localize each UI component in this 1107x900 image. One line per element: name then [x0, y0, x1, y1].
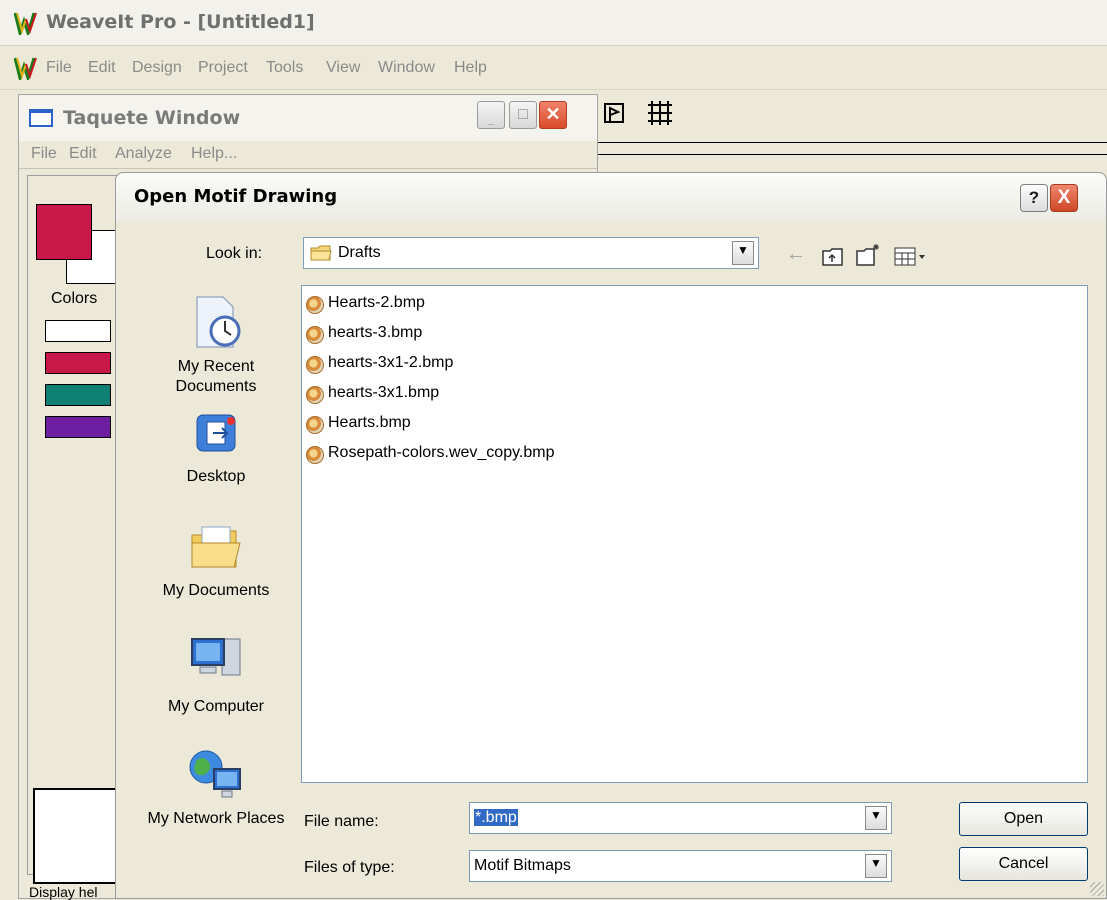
menu-window[interactable]: Window [378, 59, 435, 77]
close-button[interactable]: ✕ [539, 101, 567, 129]
files-of-type-label: Files of type: [304, 859, 395, 876]
minimize-button[interactable]: _ [477, 101, 505, 129]
bitmap-file-icon [306, 416, 324, 434]
new-folder-icon[interactable] [856, 243, 882, 267]
dialog-close-button[interactable]: X [1050, 184, 1078, 212]
desktop-icon [196, 414, 236, 452]
folder-icon [310, 245, 332, 261]
toolbar-divider [597, 154, 1107, 155]
my-computer-icon [191, 638, 241, 676]
file-name: Rosepath-colors.wev_copy.bmp [328, 444, 555, 461]
close-icon: X [1057, 187, 1071, 208]
taquete-menu-analyze[interactable]: Analyze [115, 145, 172, 163]
place-label: Desktop [186, 468, 246, 485]
place-label: My Recent Documents [175, 358, 257, 395]
resize-grip[interactable] [1090, 882, 1104, 896]
dialog-title: Open Motif Drawing [134, 186, 338, 207]
file-name: hearts-3x1.bmp [328, 384, 440, 401]
place-network[interactable]: My Network Places [136, 749, 296, 859]
bitmap-file-icon [306, 326, 324, 344]
window-icon [29, 109, 53, 127]
file-name-dropdown-button[interactable]: ▼ [865, 806, 887, 830]
bitmap-file-icon [306, 296, 324, 314]
file-name: hearts-3.bmp [328, 324, 423, 341]
chevron-down-icon: ▼ [870, 808, 882, 822]
file-name: Hearts.bmp [328, 414, 411, 431]
maximize-icon: □ [518, 106, 528, 123]
menu-file[interactable]: File [46, 59, 72, 77]
back-arrow-icon[interactable]: ← [786, 243, 806, 266]
network-places-icon [189, 750, 241, 798]
place-label: My Computer [167, 698, 265, 715]
file-list[interactable]: Hearts-2.bmp hearts-3.bmp hearts-3x1-2.b… [301, 285, 1088, 783]
color-swatch-crimson[interactable] [45, 352, 111, 374]
taquete-title: Taquete Window [63, 107, 241, 129]
chevron-down-icon: ▼ [737, 243, 749, 257]
minimize-icon: _ [487, 112, 495, 126]
chevron-down-icon: ▼ [870, 856, 882, 870]
weaveit-logo-icon [14, 12, 37, 35]
taquete-menubar: File Edit Analyze Help... [19, 141, 597, 169]
close-icon: ✕ [545, 104, 561, 124]
app-menubar: File Edit Design Project Tools View Wind… [0, 46, 1107, 90]
menu-design[interactable]: Design [132, 59, 182, 77]
place-my-documents[interactable]: My Documents [136, 523, 296, 603]
cancel-button[interactable]: Cancel [959, 847, 1088, 881]
look-in-value: Drafts [338, 244, 381, 261]
toolbar-divider [597, 142, 1107, 143]
flag-tool-icon[interactable] [603, 102, 625, 124]
files-of-type-select[interactable]: Motif Bitmaps ▼ [469, 850, 892, 882]
menu-edit[interactable]: Edit [88, 59, 116, 77]
menu-project[interactable]: Project [198, 59, 248, 77]
place-label: My Documents [162, 582, 270, 599]
dialog-titlebar: Open Motif Drawing ? X [116, 173, 1106, 221]
my-documents-icon [191, 526, 241, 568]
file-name-label: File name: [304, 813, 379, 830]
bitmap-file-icon [306, 446, 324, 464]
bitmap-file-icon [306, 386, 324, 404]
file-name-field[interactable]: *.bmp ▼ [469, 802, 892, 834]
place-my-computer[interactable]: My Computer [136, 635, 296, 715]
colors-label: Colors [51, 290, 98, 307]
toolbar [597, 90, 1107, 170]
file-name: Hearts-2.bmp [328, 294, 425, 311]
open-button[interactable]: Open [959, 802, 1088, 836]
files-of-type-dropdown-button[interactable]: ▼ [865, 854, 887, 878]
recent-documents-icon [196, 296, 241, 348]
taquete-menu-help[interactable]: Help... [191, 145, 237, 163]
place-desktop[interactable]: Desktop [136, 413, 296, 493]
app-titlebar: WeaveIt Pro - [Untitled1] [0, 0, 1107, 46]
help-icon: ? [1028, 188, 1040, 207]
status-text: Display hel [29, 884, 98, 900]
taquete-menu-file[interactable]: File [31, 145, 57, 163]
look-in-combo[interactable]: Drafts ▼ [303, 237, 759, 269]
look-in-dropdown-button[interactable]: ▼ [732, 241, 754, 265]
maximize-button[interactable]: □ [509, 101, 537, 129]
color-swatch-teal[interactable] [45, 384, 111, 406]
color-swatch-purple[interactable] [45, 416, 111, 438]
place-recent-documents[interactable]: My Recent Documents [136, 295, 296, 405]
help-button[interactable]: ? [1020, 184, 1048, 212]
open-dialog: Open Motif Drawing ? X Look in: Drafts ▼… [115, 172, 1107, 899]
menu-tools[interactable]: Tools [266, 59, 303, 77]
grid-tool-icon[interactable] [647, 100, 673, 126]
app-title: WeaveIt Pro - [Untitled1] [46, 11, 315, 33]
files-of-type-value: Motif Bitmaps [474, 857, 571, 874]
weaveit-system-menu-icon[interactable] [14, 56, 38, 80]
views-menu-icon[interactable] [894, 247, 928, 267]
color-swatch-white[interactable] [45, 320, 111, 342]
menu-view[interactable]: View [326, 59, 360, 77]
look-in-label: Look in: [206, 245, 263, 262]
taquete-menu-edit[interactable]: Edit [69, 145, 97, 163]
place-label: My Network Places [147, 810, 285, 827]
bitmap-file-icon [306, 356, 324, 374]
menu-help[interactable]: Help [454, 59, 487, 77]
file-name: hearts-3x1-2.bmp [328, 354, 454, 371]
primary-color-swatch[interactable] [36, 204, 92, 260]
file-name-value: *.bmp [474, 809, 518, 826]
taquete-titlebar: Taquete Window _ □ ✕ [19, 95, 597, 141]
up-folder-icon[interactable] [822, 247, 844, 267]
